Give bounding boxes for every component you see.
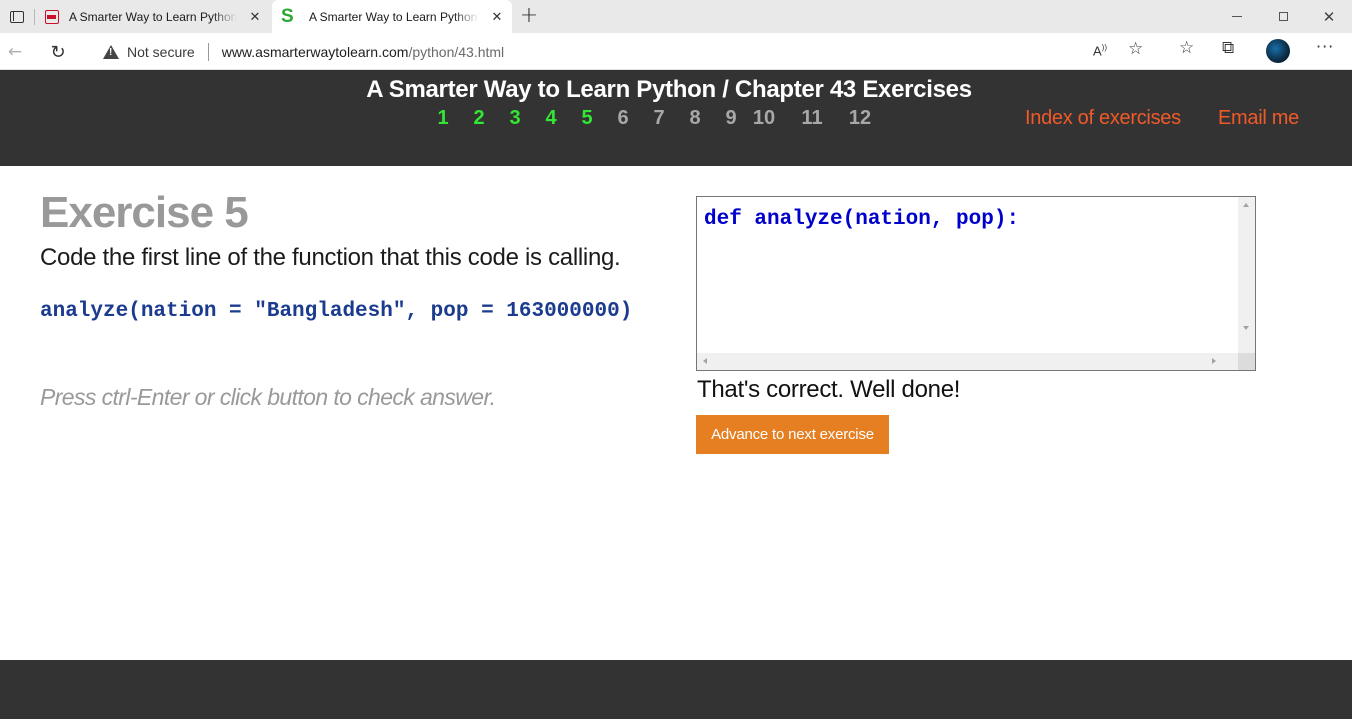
new-tab-icon[interactable]: + bbox=[517, 4, 541, 28]
scroll-down-icon[interactable] bbox=[1243, 326, 1249, 330]
tab-separator bbox=[34, 9, 35, 25]
security-label[interactable]: Not secure bbox=[127, 44, 195, 60]
restore-icon[interactable] bbox=[1260, 0, 1306, 33]
scroll-right-icon[interactable] bbox=[1212, 358, 1216, 364]
warning-icon[interactable] bbox=[103, 44, 119, 59]
exercise-number-link[interactable]: 1 bbox=[436, 107, 450, 133]
exercise-number-link[interactable]: 12 bbox=[848, 107, 872, 133]
feedback-message: That's correct. Well done! bbox=[697, 376, 961, 403]
address-bar-row: ← ↻ Not secure www.asmarterwaytolearn.co… bbox=[0, 33, 1352, 70]
browser-tab-active[interactable]: S A Smarter Way to Learn Python - ✕ bbox=[272, 0, 512, 33]
horizontal-scrollbar[interactable] bbox=[697, 353, 1238, 370]
favorites-icon[interactable]: ☆ bbox=[1179, 38, 1194, 58]
profile-avatar[interactable] bbox=[1266, 39, 1290, 63]
exercise-heading: Exercise 5 bbox=[40, 188, 249, 237]
tab-title: A Smarter Way to Learn Python - bbox=[69, 9, 237, 24]
scrollbar-corner bbox=[1238, 353, 1255, 370]
answer-textarea[interactable]: def analyze(nation, pop): bbox=[696, 196, 1256, 371]
exercise-number-nav: 1 2 3 4 5 6 7 8 9 10 11 12 bbox=[436, 107, 872, 133]
reload-icon[interactable]: ↻ bbox=[45, 39, 71, 65]
page-title: A Smarter Way to Learn Python / Chapter … bbox=[366, 76, 972, 103]
advance-next-exercise-button[interactable]: Advance to next exercise bbox=[696, 415, 889, 454]
vertical-scrollbar[interactable] bbox=[1238, 197, 1255, 354]
url-path: /python/43.html bbox=[408, 43, 505, 60]
more-options-icon[interactable]: ··· bbox=[1316, 37, 1334, 56]
scroll-up-icon[interactable] bbox=[1243, 203, 1249, 207]
answer-text[interactable]: def analyze(nation, pop): bbox=[704, 208, 1019, 231]
window-close-icon[interactable]: ✕ bbox=[1306, 0, 1352, 33]
address-bar[interactable]: Not secure www.asmarterwaytolearn.com/py… bbox=[88, 36, 1158, 67]
url-host: www.asmarterwaytolearn.com bbox=[221, 43, 409, 60]
close-tab-icon[interactable]: ✕ bbox=[491, 9, 503, 25]
exercise-number-link[interactable]: 10 bbox=[752, 107, 776, 133]
exercise-number-link[interactable]: 9 bbox=[724, 107, 738, 133]
browser-tab-pdf[interactable]: A Smarter Way to Learn Python - ✕ bbox=[40, 0, 270, 33]
read-aloud-icon[interactable]: A)) bbox=[1093, 43, 1107, 58]
check-answer-hint: Press ctrl-Enter or click button to chec… bbox=[40, 384, 496, 410]
tab-title: A Smarter Way to Learn Python - bbox=[309, 9, 479, 24]
pdf-icon bbox=[45, 9, 59, 24]
exercise-number-link[interactable]: 3 bbox=[508, 107, 522, 133]
s-logo-icon: S bbox=[281, 6, 294, 27]
exercise-number-link[interactable]: 2 bbox=[472, 107, 486, 133]
url-text[interactable]: www.asmarterwaytolearn.com/python/43.htm… bbox=[222, 44, 504, 60]
exercise-number-link[interactable]: 5 bbox=[580, 107, 594, 133]
minimize-icon[interactable] bbox=[1214, 0, 1260, 33]
collections-icon[interactable]: ⧉ bbox=[1222, 38, 1234, 58]
close-tab-icon[interactable]: ✕ bbox=[249, 9, 261, 25]
exercise-instruction: Code the first line of the function that… bbox=[40, 244, 621, 271]
tab-actions-icon[interactable] bbox=[0, 0, 34, 33]
exercise-number-link[interactable]: 8 bbox=[688, 107, 702, 133]
site-footer bbox=[0, 660, 1352, 719]
exercise-number-link[interactable]: 11 bbox=[800, 107, 824, 133]
browser-tab-bar: A Smarter Way to Learn Python - ✕ S A Sm… bbox=[0, 0, 1352, 33]
exercise-number-link[interactable]: 4 bbox=[544, 107, 558, 133]
exercise-code: analyze(nation = "Bangladesh", pop = 163… bbox=[40, 300, 633, 323]
exercise-number-link[interactable]: 6 bbox=[616, 107, 630, 133]
omnibox-divider bbox=[207, 42, 209, 61]
email-me-link[interactable]: Email me bbox=[1218, 107, 1299, 130]
add-favorite-icon[interactable]: ☆ bbox=[1128, 39, 1143, 59]
index-of-exercises-link[interactable]: Index of exercises bbox=[1025, 107, 1181, 130]
exercise-number-link[interactable]: 7 bbox=[652, 107, 666, 133]
scroll-left-icon[interactable] bbox=[703, 358, 707, 364]
back-icon[interactable]: ← bbox=[2, 39, 28, 65]
site-header: A Smarter Way to Learn Python / Chapter … bbox=[0, 70, 1352, 166]
